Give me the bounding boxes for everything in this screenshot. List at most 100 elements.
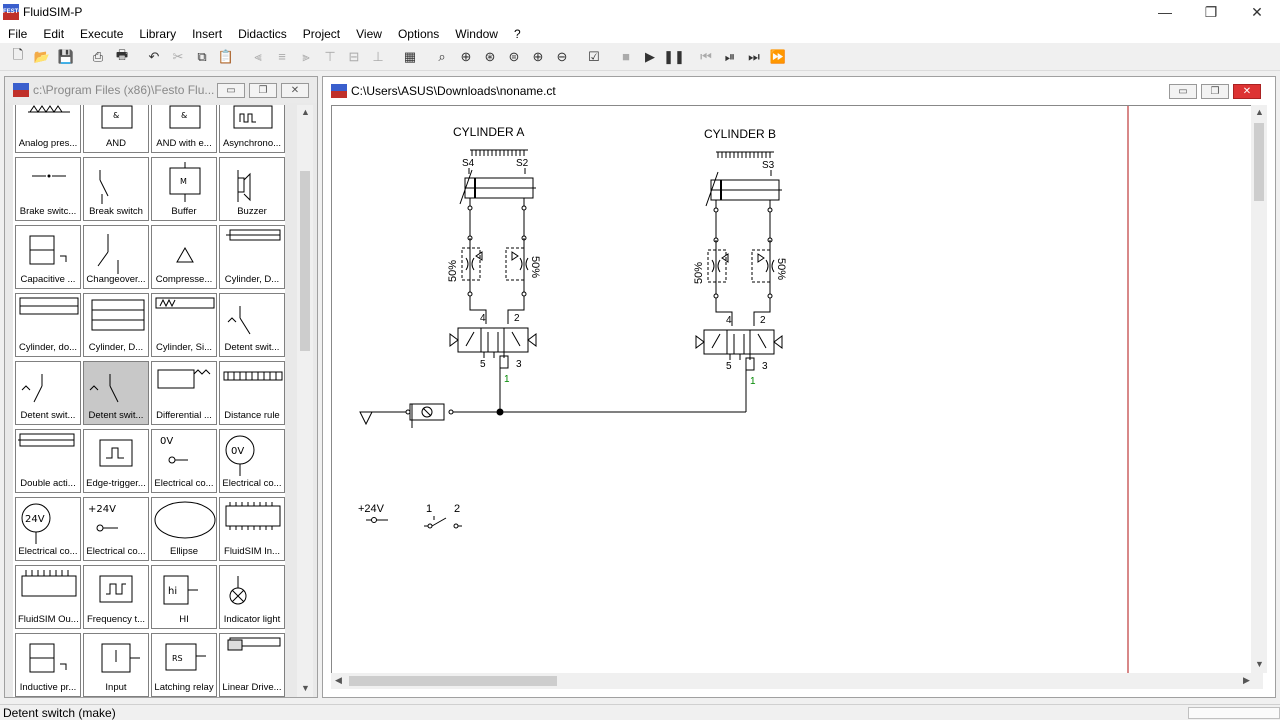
step-icon[interactable]: ⏯ [718,45,742,69]
component-tile[interactable]: RS Latching relay [151,633,217,697]
step-forward-icon[interactable]: ⏭ [742,45,766,69]
scroll-thumb[interactable] [1254,123,1264,201]
menu-library[interactable]: Library [131,27,184,41]
zoom-all-icon[interactable]: ⊛ [478,45,502,69]
component-tile[interactable]: Analog pres... [15,105,81,153]
stop-icon[interactable]: ■ [614,45,638,69]
component-tile[interactable]: M Buffer [151,157,217,221]
play-icon[interactable]: ▶ [638,45,662,69]
undo-icon[interactable]: ↶ [142,45,166,69]
component-tile[interactable]: Cylinder, D... [83,293,149,357]
scroll-up-icon[interactable]: ▲ [1255,107,1264,117]
component-tile[interactable]: 0V Electrical co... [151,429,217,493]
copy-icon[interactable]: ⧉ [190,45,214,69]
diagram-maximize-icon[interactable]: ❐ [1201,84,1229,99]
grid-icon[interactable]: ▦ [398,45,422,69]
align-right-icon[interactable]: ⫸ [294,45,318,69]
reset-icon[interactable]: ⏮ [694,45,718,69]
zoom-fit-icon[interactable]: ⌕ [430,45,454,69]
library-minimize-icon[interactable]: ▭ [217,83,245,98]
window-title: FluidSIM-P [23,5,83,19]
align-center-icon[interactable]: ≡ [270,45,294,69]
component-tile[interactable]: Detent swit... [15,361,81,425]
scroll-thumb[interactable] [349,676,557,686]
library-close-icon[interactable]: ✕ [281,83,309,98]
library-maximize-icon[interactable]: ❐ [249,83,277,98]
end-icon[interactable]: ⏩ [766,45,790,69]
diagram-horizontal-scrollbar[interactable]: ◀ ▶ [331,673,1263,689]
circuit-canvas[interactable]: CYLINDER A S4 S2 50% 50% 4 2 5 3 1 CYLIN… [331,105,1251,674]
scroll-thumb[interactable] [300,171,310,351]
diagram-minimize-icon[interactable]: ▭ [1169,84,1197,99]
minimize-icon[interactable]: — [1142,0,1188,24]
component-tile-selected[interactable]: Detent swit... [83,361,149,425]
menu-help[interactable]: ? [506,27,529,41]
component-tile[interactable]: Differential ... [151,361,217,425]
component-tile[interactable]: Cylinder, do... [15,293,81,357]
paste-icon[interactable]: 📋 [214,45,238,69]
print-icon[interactable]: 🖶 [110,45,134,69]
restore-icon[interactable]: ❐ [1188,0,1234,24]
align-left-icon[interactable]: ⫷ [246,45,270,69]
component-tile[interactable]: 0V Electrical co... [219,429,285,493]
open-folder-icon[interactable]: 📂 [30,45,54,69]
component-tile[interactable]: Compresse... [151,225,217,289]
component-tile[interactable]: Capacitive ... [15,225,81,289]
component-tile[interactable]: hi HI [151,565,217,629]
menu-didactics[interactable]: Didactics [230,27,295,41]
scroll-down-icon[interactable]: ▼ [301,683,310,693]
menu-insert[interactable]: Insert [184,27,230,41]
component-tile[interactable]: Cylinder, Si... [151,293,217,357]
menu-options[interactable]: Options [390,27,447,41]
zoom-out-icon[interactable]: ⊖ [550,45,574,69]
align-middle-icon[interactable]: ⊟ [342,45,366,69]
component-tile[interactable]: Linear Drive... [219,633,285,697]
component-tile[interactable]: Cylinder, D... [219,225,285,289]
close-icon[interactable]: ✕ [1234,0,1280,24]
component-tile[interactable]: Buzzer [219,157,285,221]
component-tile[interactable]: FluidSIM In... [219,497,285,561]
menu-window[interactable]: Window [447,27,506,41]
menu-project[interactable]: Project [295,27,348,41]
align-bottom-icon[interactable]: ⊥ [366,45,390,69]
component-tile[interactable]: 24V Electrical co... [15,497,81,561]
component-tile[interactable]: Break switch [83,157,149,221]
menu-execute[interactable]: Execute [72,27,131,41]
scroll-right-icon[interactable]: ▶ [1243,675,1250,686]
component-tile[interactable]: Frequency t... [83,565,149,629]
menu-view[interactable]: View [348,27,390,41]
component-tile[interactable]: Input [83,633,149,697]
component-tile[interactable]: Ellipse [151,497,217,561]
menu-file[interactable]: File [0,27,35,41]
component-tile[interactable]: Distance rule [219,361,285,425]
component-tile[interactable]: Double acti... [15,429,81,493]
scroll-down-icon[interactable]: ▼ [1255,659,1264,669]
component-tile[interactable]: Indicator light [219,565,285,629]
component-tile[interactable]: Asynchrono... [219,105,285,153]
component-tile[interactable]: FluidSIM Ou... [15,565,81,629]
print-preview-icon[interactable]: ⎙ [86,45,110,69]
save-icon[interactable]: 💾 [54,45,78,69]
component-tile[interactable]: +24V Electrical co... [83,497,149,561]
component-tile[interactable]: Edge-trigger... [83,429,149,493]
new-file-icon[interactable]: 🗋 [6,45,30,69]
library-vertical-scrollbar[interactable]: ▲ ▼ [297,105,313,697]
component-tile[interactable]: & AND [83,105,149,153]
component-tile[interactable]: Inductive pr... [15,633,81,697]
component-tile[interactable]: Detent swit... [219,293,285,357]
pause-icon[interactable]: ❚❚ [662,45,686,69]
diagram-close-icon[interactable]: ✕ [1233,84,1261,99]
zoom-window-icon[interactable]: ⊕ [454,45,478,69]
zoom-in-icon[interactable]: ⊕ [526,45,550,69]
diagram-vertical-scrollbar[interactable]: ▲ ▼ [1251,105,1267,673]
component-tile[interactable]: Changeover... [83,225,149,289]
align-top-icon[interactable]: ⊤ [318,45,342,69]
component-tile[interactable]: Brake switc... [15,157,81,221]
scroll-left-icon[interactable]: ◀ [335,675,342,686]
zoom-last-icon[interactable]: ⊜ [502,45,526,69]
menu-edit[interactable]: Edit [35,27,72,41]
component-tile[interactable]: & AND with e... [151,105,217,153]
check-diagram-icon[interactable]: ☑ [582,45,606,69]
cut-icon[interactable]: ✂ [166,45,190,69]
scroll-up-icon[interactable]: ▲ [301,107,310,117]
